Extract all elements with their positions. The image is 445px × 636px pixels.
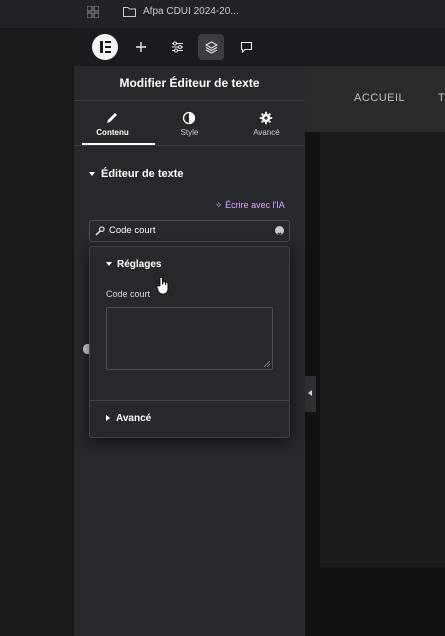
- chevron-left-icon: [308, 390, 312, 396]
- gear-icon: [259, 111, 273, 125]
- section-toggle-avance[interactable]: Avancé: [106, 413, 151, 424]
- shortcode-textarea[interactable]: [106, 307, 273, 370]
- ai-link-label: Écrire avec l'IA: [225, 200, 285, 210]
- popover-section-title: Réglages: [117, 259, 162, 270]
- elementor-logo-icon[interactable]: [92, 34, 118, 60]
- grid-icon[interactable]: [87, 6, 99, 18]
- browser-tab-title[interactable]: Afpa CDUI 2024-20...: [143, 6, 239, 17]
- pencil-icon: [107, 113, 117, 123]
- folder-icon: [123, 7, 136, 17]
- caret-down-icon: [89, 172, 95, 177]
- shortcode-field-label: Code court: [109, 225, 156, 236]
- add-element-button[interactable]: [128, 34, 154, 60]
- section-title: Éditeur de texte: [101, 168, 184, 180]
- comments-button[interactable]: [233, 34, 259, 60]
- panel-tabs: Contenu Style Avancé: [74, 101, 305, 146]
- preview-section: [320, 132, 445, 567]
- tab-style[interactable]: Style: [151, 101, 228, 145]
- sparkle-icon: ✧: [215, 200, 223, 210]
- panel-title: Modifier Éditeur de texte: [74, 66, 305, 101]
- caret-right-icon: [106, 415, 110, 422]
- sliders-icon: [171, 41, 183, 53]
- section-toggle-reglages[interactable]: Réglages: [106, 259, 161, 270]
- site-settings-button[interactable]: [164, 34, 190, 60]
- collapse-panel-button[interactable]: [305, 376, 316, 412]
- tab-label: Style: [180, 128, 199, 137]
- tab-label: Avancé: [253, 128, 280, 137]
- shortcode-popover: Réglages Code court Avancé: [89, 246, 290, 438]
- active-tab-indicator: [82, 143, 155, 145]
- tab-contenu[interactable]: Contenu: [74, 101, 151, 145]
- tab-avance[interactable]: Avancé: [228, 101, 305, 145]
- popover-advanced-title: Avancé: [116, 413, 152, 424]
- shortcode-field-label: Code court: [106, 289, 151, 299]
- caret-down-icon: [106, 262, 112, 267]
- close-icon[interactable]: [275, 226, 284, 237]
- divider: [90, 400, 289, 401]
- half-circle-icon: [182, 111, 196, 125]
- structure-button[interactable]: [198, 34, 224, 60]
- nav-link-accueil[interactable]: ACCUEIL: [354, 92, 405, 104]
- layers-icon: [204, 40, 218, 54]
- shortcode-widget-field[interactable]: Code court: [89, 220, 290, 242]
- outside-area: [0, 28, 74, 636]
- resize-handle-icon[interactable]: [264, 361, 270, 367]
- plus-icon: [136, 42, 146, 52]
- tab-label: Contenu: [96, 128, 129, 137]
- comment-icon: [240, 41, 252, 53]
- nav-link-next[interactable]: T: [438, 92, 445, 104]
- write-with-ai-button[interactable]: ✧ Écrire avec l'IA: [215, 200, 285, 211]
- wrench-icon: [95, 226, 105, 236]
- hand-cursor-icon: [156, 276, 169, 295]
- section-toggle-editeur[interactable]: Éditeur de texte: [89, 168, 184, 180]
